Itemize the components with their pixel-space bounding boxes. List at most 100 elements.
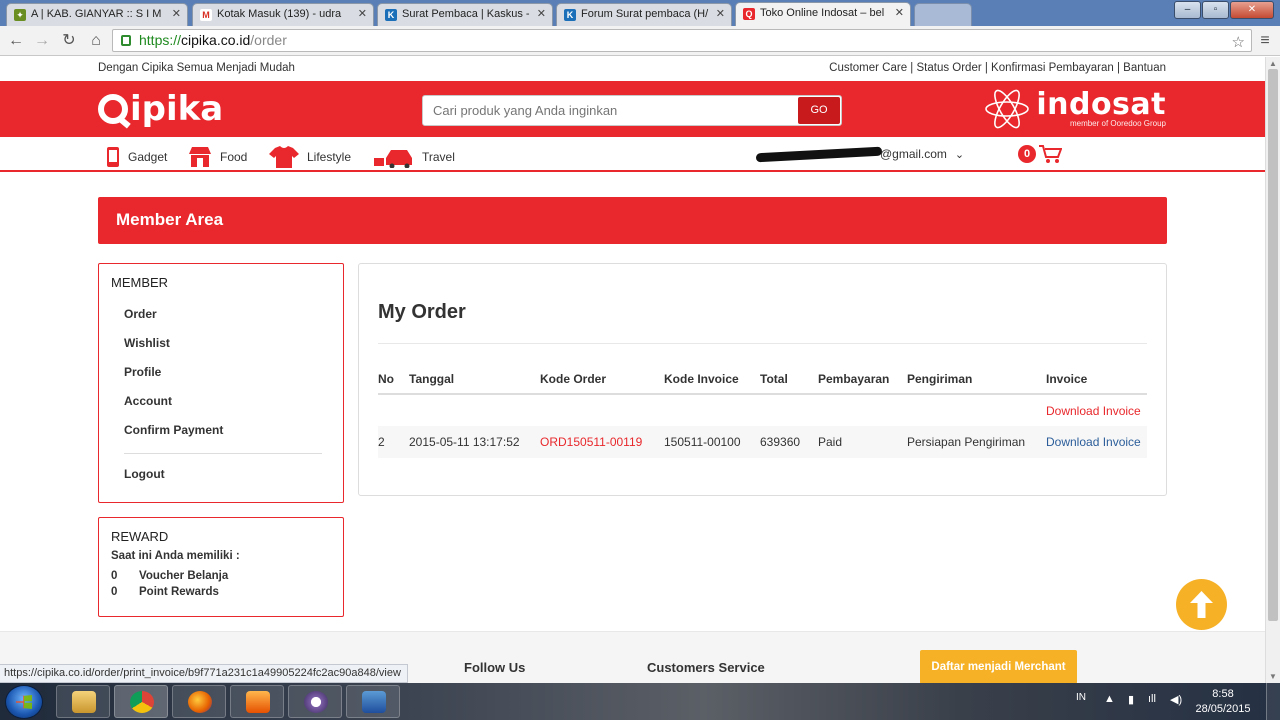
- language-indicator[interactable]: IN: [1076, 692, 1086, 703]
- home-icon[interactable]: ⌂: [86, 31, 106, 51]
- top-links[interactable]: Customer Care | Status Order | Konfirmas…: [829, 62, 1166, 74]
- category-label: Lifestyle: [307, 150, 352, 164]
- clock-date: 28/05/2015: [1195, 703, 1251, 715]
- category-lifestyle[interactable]: Lifestyle: [269, 146, 351, 168]
- cell-kode-invoice: [664, 394, 760, 426]
- cell-pembayaran: Paid: [818, 426, 907, 458]
- kaskus-icon: K: [564, 9, 576, 21]
- sidebar-item-profile[interactable]: Profile: [124, 358, 343, 387]
- category-label: Travel: [422, 150, 455, 164]
- bookmark-star-icon[interactable]: ☆: [1232, 32, 1245, 53]
- sidebar-item-account[interactable]: Account: [124, 387, 343, 416]
- cipika-logo-mark: [98, 94, 128, 124]
- minimize-button[interactable]: –: [1174, 1, 1201, 19]
- site-tagline: Dengan Cipika Semua Menjadi Mudah: [98, 62, 295, 74]
- download-invoice-link[interactable]: Download Invoice: [1046, 435, 1141, 449]
- member-area-title: Member Area: [116, 210, 224, 229]
- member-area-banner: Member Area: [98, 197, 1167, 244]
- reward-label: Voucher Belanja: [139, 570, 229, 582]
- maximize-button[interactable]: ▫: [1202, 1, 1229, 19]
- order-code-link[interactable]: ORD150511-00119: [540, 435, 642, 449]
- user-account-menu[interactable]: @gmail.com ⌄: [756, 147, 964, 163]
- cell-pengiriman: Persiapan Pengiriman: [907, 426, 1046, 458]
- search-input[interactable]: [423, 96, 799, 125]
- download-invoice-link[interactable]: Download Invoice: [1046, 404, 1141, 418]
- browser-tab-3[interactable]: K Surat Pembaca | Kaskus - ✕: [377, 3, 553, 26]
- cipika-logo[interactable]: cipikaipika: [98, 89, 223, 129]
- gmail-icon: M: [200, 9, 212, 21]
- close-icon[interactable]: ✕: [358, 4, 367, 25]
- column-header: Kode Invoice: [664, 364, 760, 395]
- category-label: Food: [220, 150, 248, 164]
- close-icon[interactable]: ✕: [716, 4, 725, 25]
- become-merchant-button[interactable]: Daftar menjadi Merchant: [920, 650, 1077, 683]
- browser-tab-2[interactable]: M Kotak Masuk (139) - udra ✕: [192, 3, 374, 26]
- reward-label: Point Rewards: [139, 586, 219, 598]
- category-food[interactable]: Food: [188, 146, 247, 168]
- category-nav: Gadget Food Lifestyle Travel @gmail.com ⌄…: [0, 137, 1265, 172]
- scroll-to-top-button[interactable]: [1176, 579, 1227, 630]
- forward-arrow-icon[interactable]: →: [32, 31, 52, 51]
- media-player-icon[interactable]: [230, 685, 284, 718]
- table-header-row: No Tanggal Kode Order Kode Invoice Total…: [378, 364, 1147, 395]
- cell-no: [378, 394, 409, 426]
- cell-kode-order: [540, 394, 664, 426]
- firefox-icon[interactable]: [172, 685, 226, 718]
- close-icon[interactable]: ✕: [895, 3, 904, 24]
- browser-tab-4[interactable]: K Forum Surat pembaca (H/ ✕: [556, 3, 732, 26]
- word-icon[interactable]: [346, 685, 400, 718]
- window-close-button[interactable]: ✕: [1230, 1, 1274, 19]
- cipika-app-icon[interactable]: [288, 685, 342, 718]
- battery-icon[interactable]: ▮: [1128, 693, 1134, 706]
- menu-divider: [124, 453, 322, 454]
- scrollbar-thumb[interactable]: [1268, 69, 1278, 621]
- column-header: Pengiriman: [907, 364, 1046, 395]
- new-tab-button[interactable]: [914, 3, 972, 26]
- menu-icon[interactable]: ≡: [1255, 31, 1275, 51]
- volume-icon[interactable]: ◀): [1170, 693, 1182, 706]
- signal-icon[interactable]: ıll: [1148, 693, 1156, 705]
- category-gadget[interactable]: Gadget: [106, 146, 167, 168]
- shirt-icon: [269, 146, 299, 168]
- scroll-up-arrow-icon[interactable]: ▲: [1269, 59, 1277, 68]
- close-icon[interactable]: ✕: [172, 4, 181, 25]
- cell-pengiriman: [907, 394, 1046, 426]
- page-title: My Order: [378, 301, 466, 323]
- column-header: Total: [760, 364, 818, 395]
- system-clock[interactable]: 8:58 28/05/2015: [1188, 687, 1258, 717]
- shopping-cart-icon: [1039, 145, 1062, 163]
- tab-title: Surat Pembaca | Kaskus -: [402, 8, 530, 20]
- sidebar-item-logout[interactable]: Logout: [124, 460, 343, 489]
- column-header: No: [378, 364, 409, 395]
- explorer-icon[interactable]: [56, 685, 110, 718]
- reward-count: 0: [111, 586, 118, 598]
- chrome-icon[interactable]: [114, 685, 168, 718]
- address-bar[interactable]: https://cipika.co.id/order ☆: [112, 29, 1252, 52]
- reward-row: 0 Voucher Belanja: [111, 568, 343, 584]
- reload-icon[interactable]: ↻: [59, 31, 79, 51]
- back-arrow-icon[interactable]: ←: [6, 31, 26, 51]
- browser-tab-strip: ✦ A | KAB. GIANYAR :: S I M ✕ M Kotak Ma…: [0, 0, 1280, 26]
- clock-time: 8:58: [1212, 688, 1234, 700]
- start-button[interactable]: [5, 685, 43, 719]
- reward-row: 0 Point Rewards: [111, 584, 343, 600]
- sidebar-item-order[interactable]: Order: [124, 300, 343, 329]
- page-scrollbar[interactable]: ▲ ▼: [1265, 57, 1280, 683]
- browser-tab-5-active[interactable]: Q Toko Online Indosat – bel ✕: [735, 2, 911, 26]
- tab-title: A | KAB. GIANYAR :: S I M: [31, 8, 162, 20]
- sidebar-item-wishlist[interactable]: Wishlist: [124, 329, 343, 358]
- sidebar-item-confirm-payment[interactable]: Confirm Payment: [124, 416, 343, 445]
- scroll-down-arrow-icon[interactable]: ▼: [1269, 672, 1277, 681]
- column-header: Kode Order: [540, 364, 664, 395]
- show-desktop-button[interactable]: [1266, 683, 1280, 720]
- orders-table: No Tanggal Kode Order Kode Invoice Total…: [378, 364, 1147, 458]
- category-travel[interactable]: Travel: [374, 146, 455, 168]
- close-icon[interactable]: ✕: [537, 4, 546, 25]
- lock-icon: [121, 35, 131, 46]
- browser-tab-1[interactable]: ✦ A | KAB. GIANYAR :: S I M ✕: [6, 3, 188, 26]
- food-stall-icon: [189, 147, 211, 167]
- tray-expand-icon[interactable]: ▲: [1104, 693, 1115, 705]
- reward-heading: REWARD: [111, 529, 169, 544]
- my-order-panel: My Order No Tanggal Kode Order Kode Invo…: [358, 263, 1167, 496]
- search-go-button[interactable]: GO: [798, 97, 840, 124]
